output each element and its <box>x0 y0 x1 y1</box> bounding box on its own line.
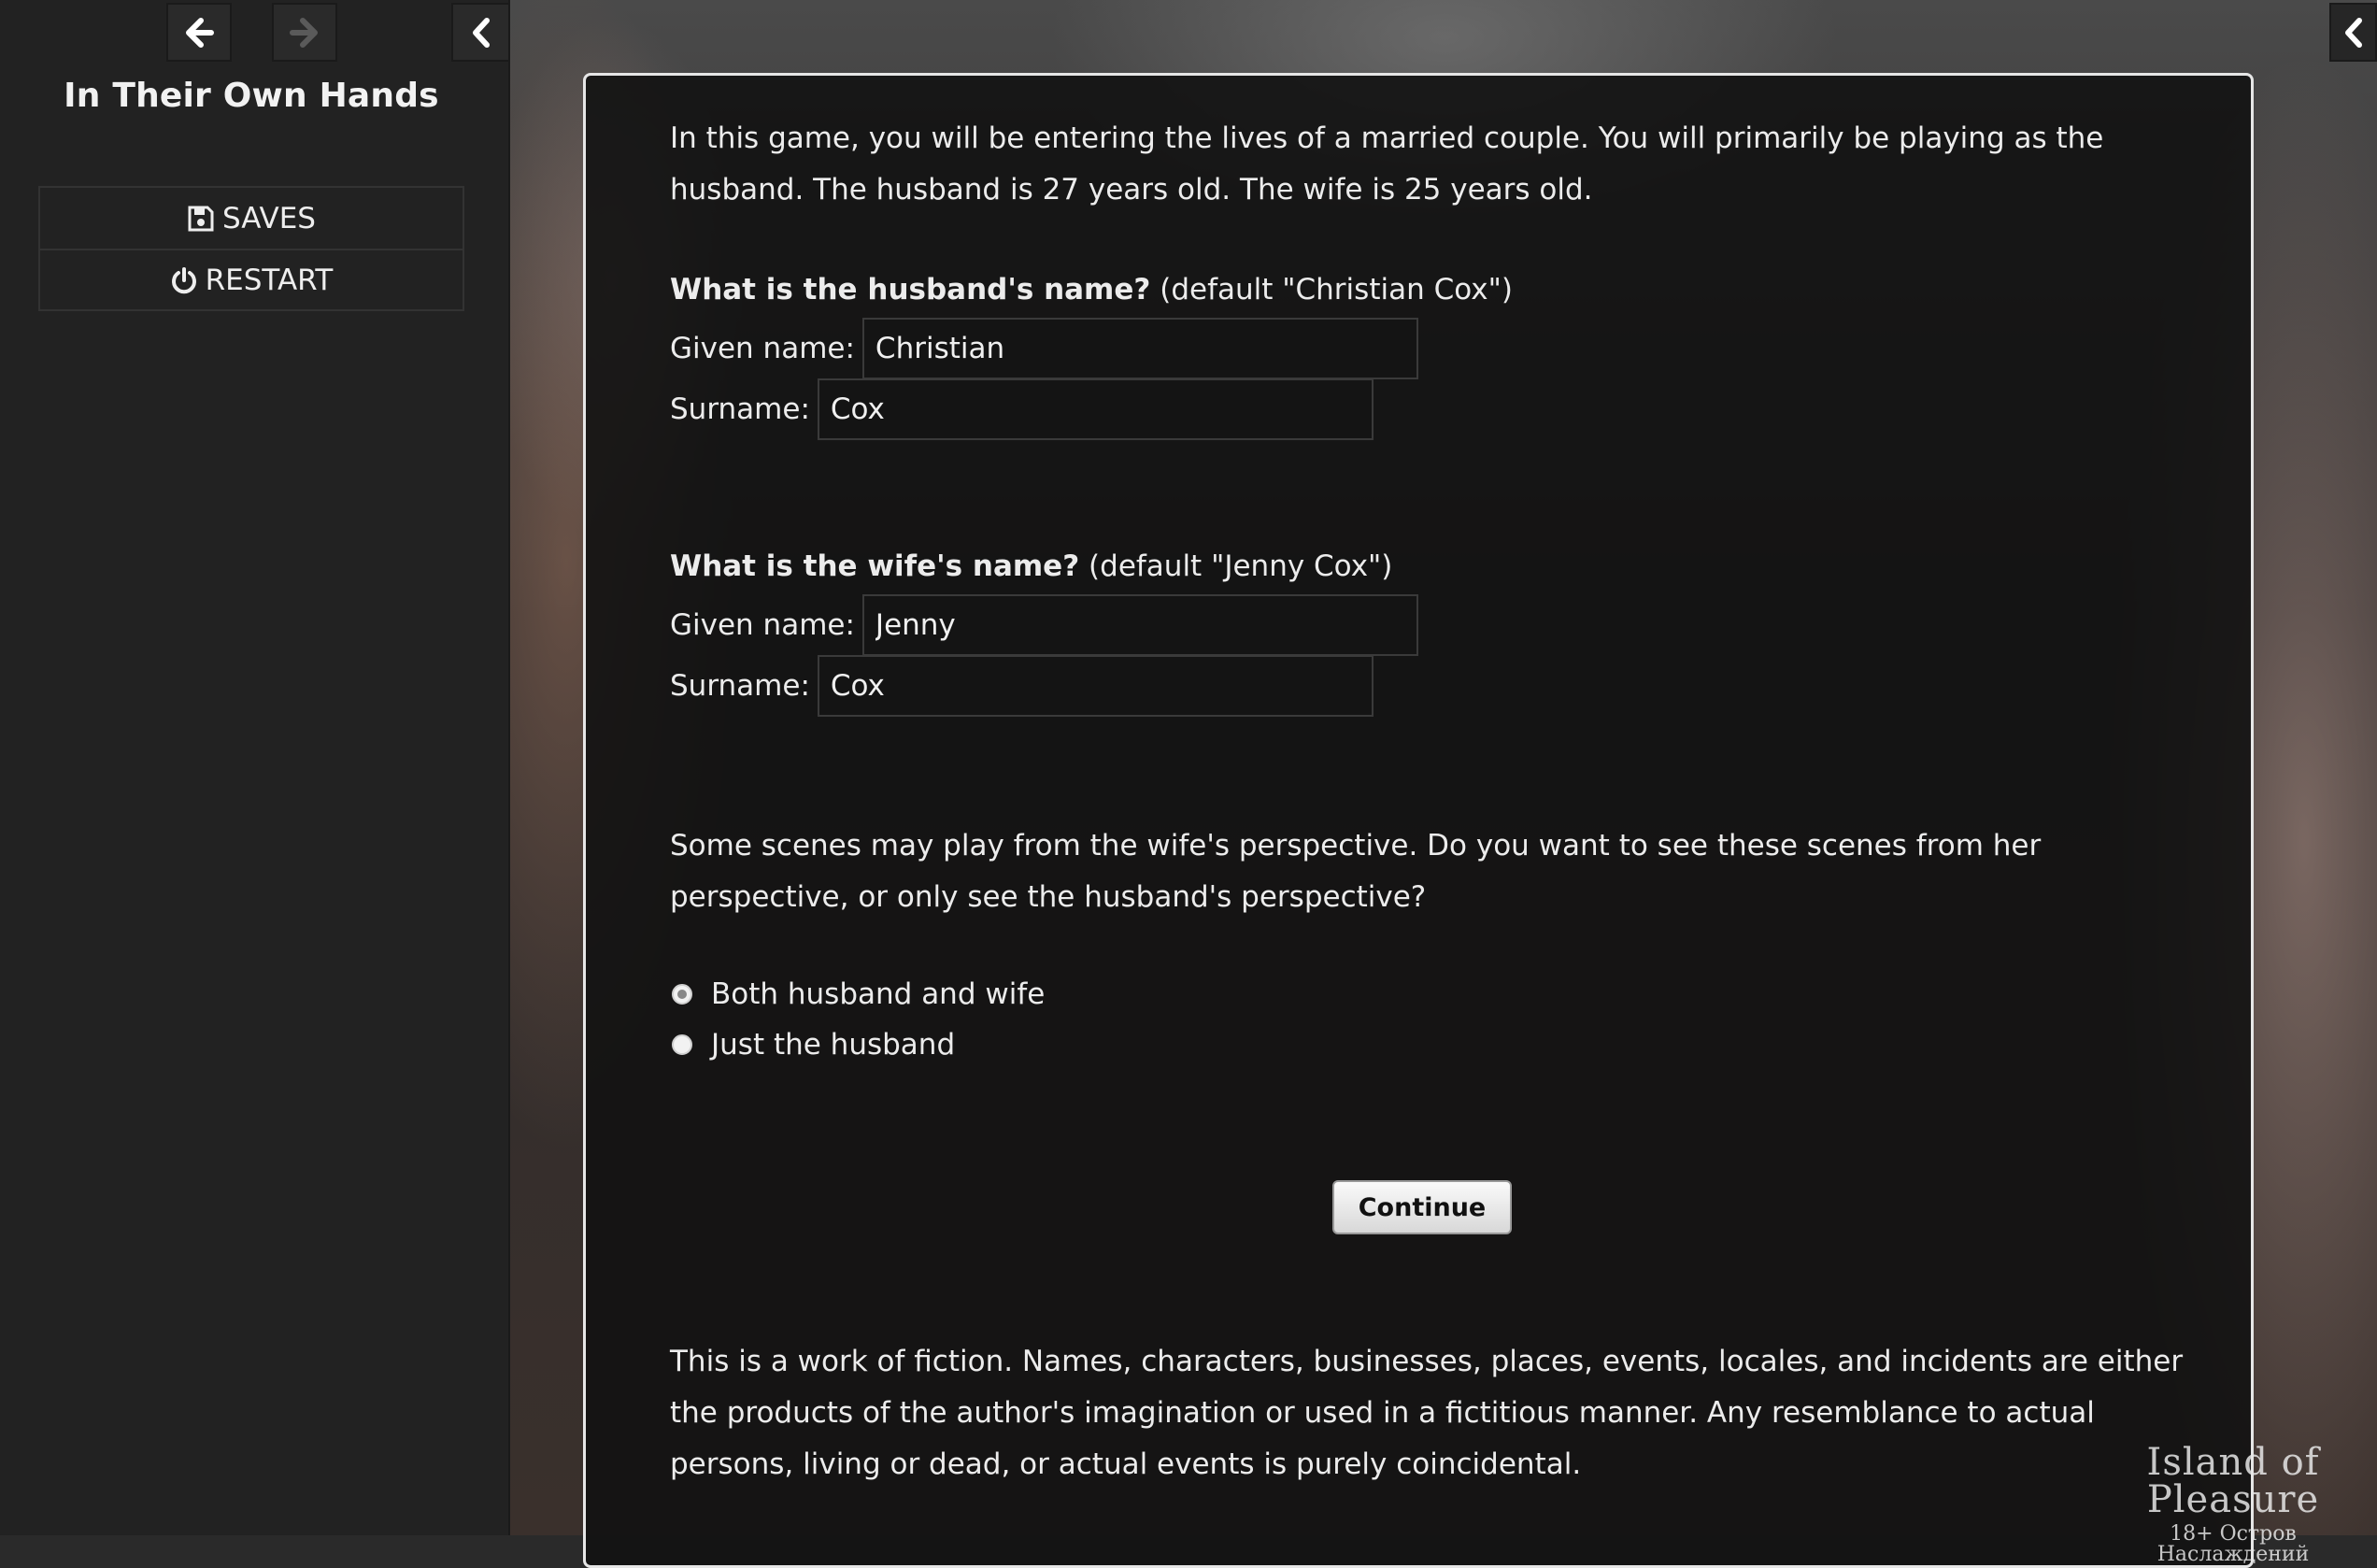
wife-surname-label: Surname: <box>670 669 810 703</box>
restart-label: RESTART <box>205 263 334 297</box>
chevron-left-icon <box>2344 17 2362 48</box>
perspective-text: Some scenes may play from the wife's per… <box>670 829 2042 914</box>
history-back-button[interactable] <box>166 3 232 62</box>
saves-label: SAVES <box>222 201 316 235</box>
story-title: In Their Own Hands <box>64 77 439 115</box>
story-menu: SAVES RESTART <box>38 186 464 311</box>
wife-given-label: Given name: <box>670 608 855 642</box>
history-forward-button[interactable] <box>272 3 337 62</box>
floppy-disk-icon <box>188 206 214 231</box>
option-label: Both husband and wife <box>711 977 1046 1011</box>
continue-button[interactable]: Continue <box>1332 1180 1512 1234</box>
husband-surname-row: Surname: <box>670 378 1374 440</box>
husband-given-row: Given name: <box>670 318 1418 379</box>
watermark-title: Island of Pleasure <box>2146 1441 2320 1521</box>
option-both-perspectives[interactable]: Both husband and wife <box>670 977 1045 1011</box>
wife-name-question: What is the wife's name? (default "Jenny… <box>670 549 1392 583</box>
husband-name-question: What is the husband's name? (default "Ch… <box>670 273 1513 306</box>
radio-button[interactable] <box>672 984 692 1005</box>
husband-surname-input[interactable] <box>817 378 1374 440</box>
wife-question-default: (default "Jenny Cox") <box>1089 549 1393 583</box>
intro-text: In this game, you will be entering the l… <box>670 121 2104 207</box>
wife-given-name-input[interactable] <box>861 594 1418 656</box>
wife-question-bold: What is the wife's name? <box>670 549 1080 583</box>
chevron-left-icon <box>472 17 490 48</box>
option-label: Just the husband <box>711 1028 956 1062</box>
passage-panel: In this game, you will be entering the l… <box>583 73 2254 1568</box>
disclaimer-text: This is a work of fiction. Names, charac… <box>670 1345 2184 1481</box>
option-husband-only[interactable]: Just the husband <box>670 1028 955 1062</box>
wife-surname-row: Surname: <box>670 655 1374 717</box>
arrow-right-icon <box>290 17 318 48</box>
watermark-subtitle: 18+ Остров Наслаждений <box>2156 1522 2310 1566</box>
arrow-left-icon <box>186 17 214 48</box>
husband-given-label: Given name: <box>670 332 855 365</box>
sidebar: In Their Own Hands SAVES RESTART <box>0 0 510 1535</box>
sidebar-collapse-button[interactable] <box>451 3 510 62</box>
saves-menu-item[interactable]: SAVES <box>40 188 463 249</box>
husband-surname-label: Surname: <box>670 392 810 426</box>
watermark-logo: Island of Pleasure 18+ Остров Наслаждени… <box>2093 1444 2373 1565</box>
wife-given-row: Given name: <box>670 594 1418 656</box>
restart-menu-item[interactable]: RESTART <box>40 249 463 309</box>
husband-given-name-input[interactable] <box>861 318 1418 379</box>
husband-question-default: (default "Christian Cox") <box>1160 273 1513 306</box>
power-icon <box>171 266 196 293</box>
wife-surname-input[interactable] <box>817 655 1374 717</box>
radio-button[interactable] <box>672 1034 692 1055</box>
husband-question-bold: What is the husband's name? <box>670 273 1151 306</box>
right-panel-toggle-button[interactable] <box>2329 3 2377 62</box>
